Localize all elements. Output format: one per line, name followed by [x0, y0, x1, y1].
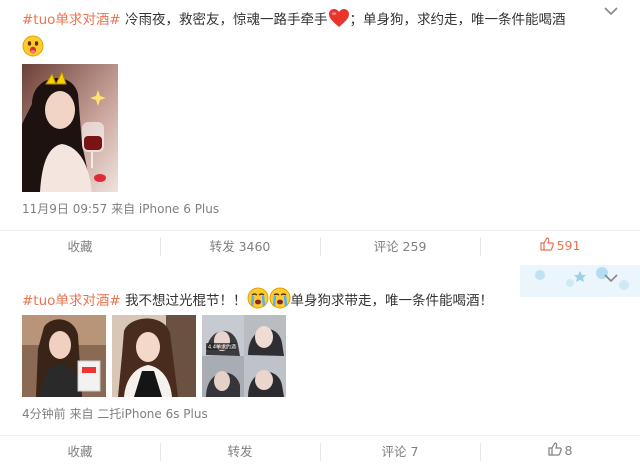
post-image[interactable]: [22, 315, 106, 397]
image-caption: 4.4单求约酒: [208, 344, 236, 351]
comment-button[interactable]: 评论 259: [320, 231, 480, 260]
topic-link[interactable]: #tuo单求对酒#: [22, 12, 121, 28]
collect-label: 收藏: [67, 444, 93, 459]
collect-button[interactable]: 收藏: [0, 436, 160, 465]
post-text-part: 冷雨夜，救密友，惊魂一路手牵手: [120, 12, 328, 28]
repost-button[interactable]: 转发: [160, 436, 320, 465]
repost-button[interactable]: 转发 3460: [160, 231, 320, 260]
crying-emoji-icon: [269, 287, 291, 316]
topic-link[interactable]: #tuo单求对酒#: [22, 293, 121, 309]
action-bar: 收藏 转发 3460 评论 259 591: [0, 230, 640, 260]
weibo-post-2: #tuo单求对酒# 我不想过光棍节！！ 单身狗求带走，唯一条件能喝酒！ 4.4单…: [0, 265, 640, 472]
post-text-part: ；单身狗，求约走，唯一条件能喝酒: [349, 12, 566, 28]
post-image-collage[interactable]: 4.4单求约酒: [202, 315, 286, 397]
like-button[interactable]: 8: [480, 436, 640, 465]
post-image[interactable]: [112, 315, 196, 397]
comment-label: 评论 259: [373, 239, 427, 254]
post-meta: 11月9日 09:57 来自 iPhone 6 Plus: [22, 202, 220, 216]
post-text: #tuo单求对酒# 冷雨夜，救密友，惊魂一路手牵手 ；单身狗，求约走，唯一条件能喝…: [22, 8, 610, 64]
repost-label: 转发: [227, 444, 253, 459]
repost-label: 转发 3460: [209, 239, 271, 254]
thumbs-up-icon: [539, 237, 554, 254]
comment-button[interactable]: 评论 7: [320, 436, 480, 465]
like-count: 8: [564, 443, 573, 458]
post-text: #tuo单求对酒# 我不想过光棍节！！ 单身狗求带走，唯一条件能喝酒！: [22, 287, 610, 316]
collect-label: 收藏: [67, 239, 93, 254]
post-meta: 4分钟前 来自 二托iPhone 6s Plus: [22, 407, 208, 421]
heart-emoji-icon: [328, 8, 350, 35]
like-button[interactable]: 591: [480, 231, 640, 260]
post-image[interactable]: [22, 64, 118, 192]
like-count: 591: [556, 238, 581, 253]
post-text-part: 单身狗求带走，唯一条件能喝酒！: [290, 293, 494, 309]
crying-emoji-icon: [247, 287, 269, 316]
comment-label: 评论 7: [381, 444, 419, 459]
thumbs-up-icon: [547, 442, 562, 459]
post-text-part: 我不想过光棍节！！: [120, 293, 247, 309]
collect-button[interactable]: 收藏: [0, 231, 160, 260]
action-bar: 收藏 转发 评论 7 8: [0, 435, 640, 465]
surprised-emoji-icon: [22, 35, 44, 64]
weibo-post-1: #tuo单求对酒# 冷雨夜，救密友，惊魂一路手牵手 ；单身狗，求约走，唯一条件能喝…: [0, 0, 640, 256]
chevron-down-icon[interactable]: [604, 273, 618, 283]
